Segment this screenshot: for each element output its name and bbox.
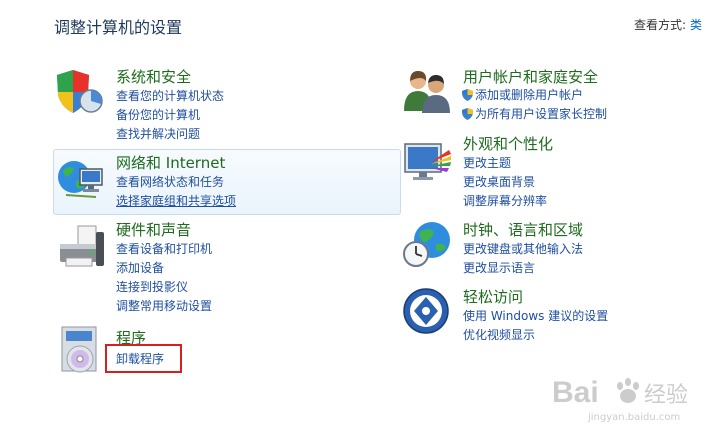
page-title: 调整计算机的设置 xyxy=(54,18,183,37)
annotation-red-box xyxy=(105,344,182,373)
users-icon[interactable] xyxy=(402,67,454,115)
link-mobility-settings[interactable]: 调整常用移动设置 xyxy=(116,297,212,314)
system-security-title[interactable]: 系统和安全 xyxy=(116,66,191,87)
link-connect-projector[interactable]: 连接到投影仪 xyxy=(116,278,188,295)
link-optimize-display[interactable]: 优化视频显示 xyxy=(463,326,535,343)
monitor-palette-icon[interactable] xyxy=(403,140,453,186)
link-backup-computer[interactable]: 备份您的计算机 xyxy=(116,106,200,123)
link-troubleshoot[interactable]: 查找并解决问题 xyxy=(116,125,200,142)
link-label: 为所有用户设置家长控制 xyxy=(475,107,608,121)
network-internet-title[interactable]: 网络和 Internet xyxy=(116,152,225,173)
clock-language-title[interactable]: 时钟、语言和区域 xyxy=(463,219,583,240)
link-screen-resolution[interactable]: 调整屏幕分辨率 xyxy=(463,192,547,209)
clock-globe-icon[interactable] xyxy=(402,220,454,270)
uac-shield-icon xyxy=(462,89,473,101)
link-devices-printers[interactable]: 查看设备和打印机 xyxy=(116,240,212,257)
link-change-theme[interactable]: 更改主题 xyxy=(463,154,511,171)
link-add-device[interactable]: 添加设备 xyxy=(116,259,164,276)
ease-of-access-title[interactable]: 轻松访问 xyxy=(463,286,523,307)
link-view-computer-status[interactable]: 查看您的计算机状态 xyxy=(116,87,224,104)
link-view-network-status[interactable]: 查看网络状态和任务 xyxy=(116,173,224,190)
link-change-display-language[interactable]: 更改显示语言 xyxy=(463,259,535,276)
hardware-sound-title[interactable]: 硬件和声音 xyxy=(116,219,191,240)
watermark-text: Bai xyxy=(552,376,599,409)
baidu-jingyan-watermark: Bai 经验 jingyan.baidu.com xyxy=(548,366,698,426)
link-recommended-settings[interactable]: 使用 Windows 建议的设置 xyxy=(463,307,608,324)
view-by: 查看方式: 类 xyxy=(634,16,702,33)
link-label: 添加或删除用户帐户 xyxy=(475,88,584,102)
ease-of-access-icon[interactable] xyxy=(402,287,450,335)
watermark-url: jingyan.baidu.com xyxy=(587,412,680,423)
watermark-text2: 经验 xyxy=(644,383,688,408)
programs-disc-icon[interactable] xyxy=(58,325,104,377)
link-change-input-method[interactable]: 更改键盘或其他输入法 xyxy=(463,240,583,257)
link-add-remove-accounts[interactable]: 添加或删除用户帐户 xyxy=(462,86,583,103)
appearance-title[interactable]: 外观和个性化 xyxy=(463,133,553,154)
shield-chart-icon[interactable] xyxy=(55,67,105,117)
baidu-logo-icon: Bai 经验 jingyan.baidu.com xyxy=(552,376,688,423)
printer-icon[interactable] xyxy=(56,222,106,272)
link-homegroup-sharing[interactable]: 选择家庭组和共享选项 xyxy=(116,192,236,209)
view-by-label: 查看方式: xyxy=(634,18,687,32)
link-parental-controls[interactable]: 为所有用户设置家长控制 xyxy=(462,105,607,122)
globe-network-icon[interactable] xyxy=(56,155,106,205)
uac-shield-icon xyxy=(462,108,473,120)
user-accounts-title[interactable]: 用户帐户和家庭安全 xyxy=(463,66,598,87)
link-change-background[interactable]: 更改桌面背景 xyxy=(463,173,535,190)
view-by-dropdown[interactable]: 类 xyxy=(690,18,702,32)
